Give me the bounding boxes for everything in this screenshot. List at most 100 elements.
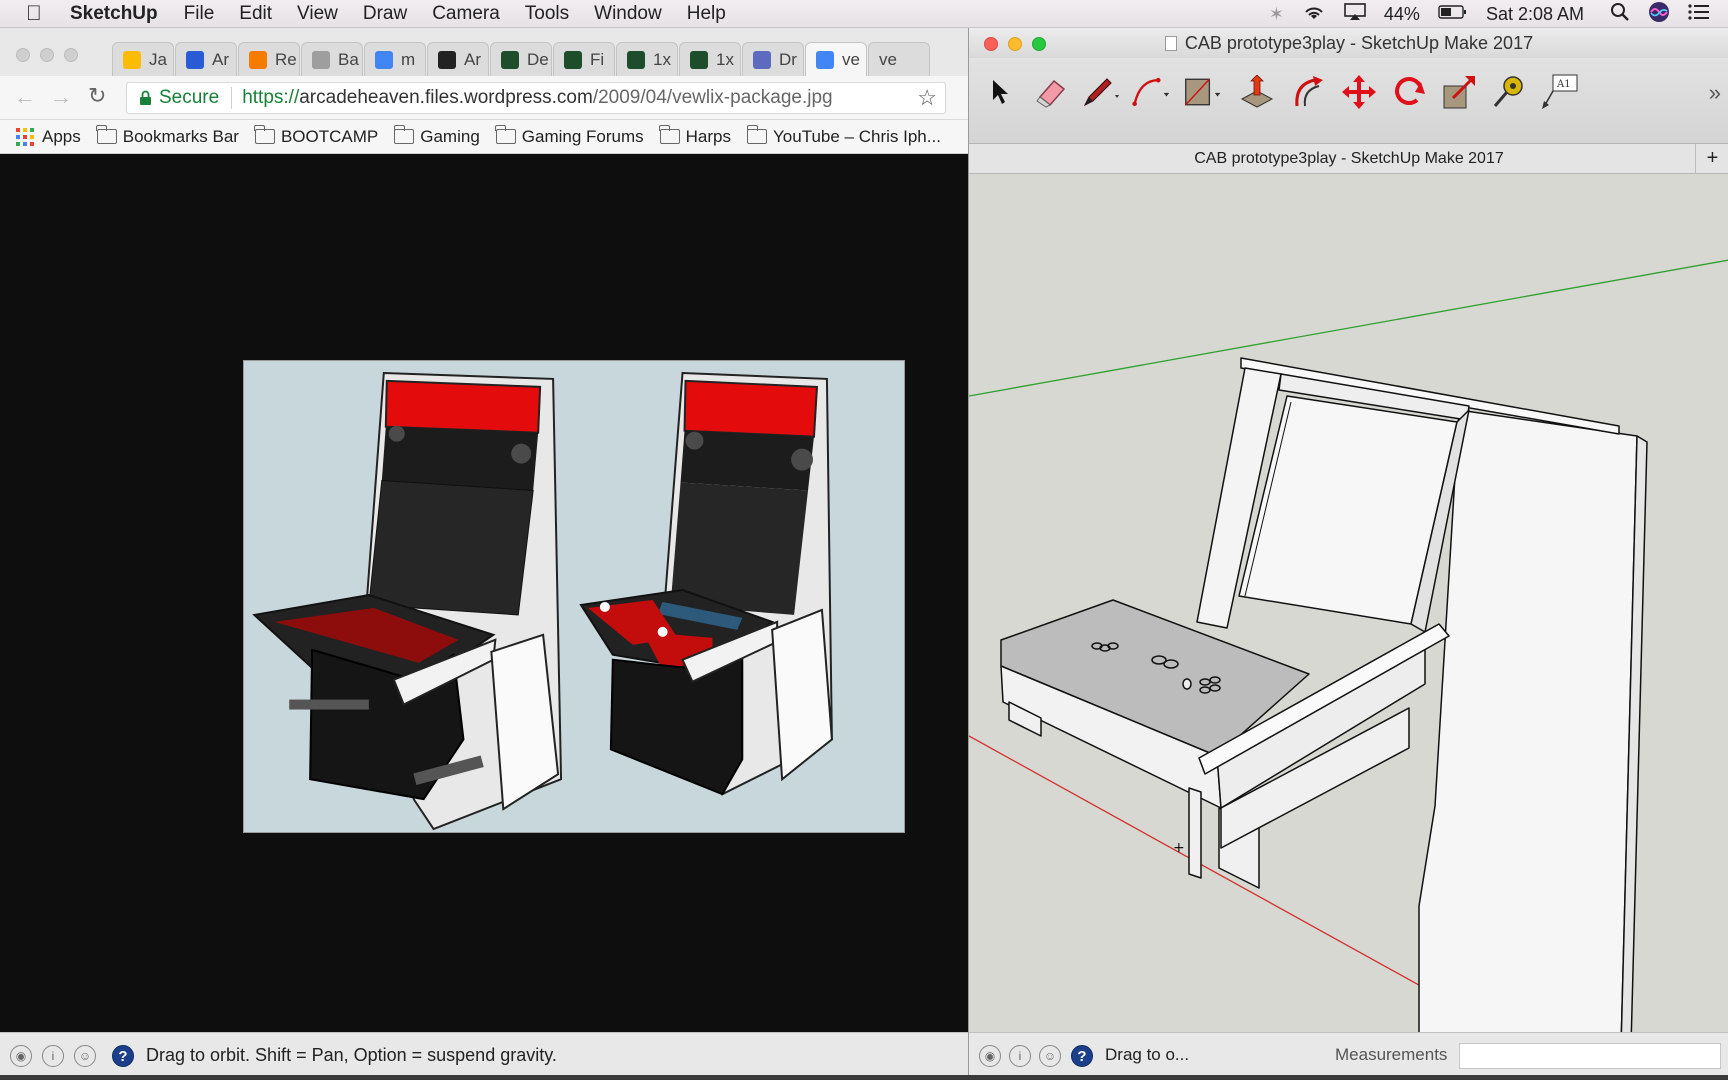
tape-measure-tool-icon[interactable] (1489, 72, 1529, 112)
menu-tools[interactable]: Tools (525, 3, 569, 25)
browser-tab-label: Re (275, 49, 297, 69)
bookmark-folder-youtube[interactable]: YouTube – Chris Iph... (746, 125, 941, 147)
browser-tab[interactable]: ve (805, 42, 867, 76)
browser-tab-label: Ba (338, 49, 359, 69)
menu-view[interactable]: View (297, 3, 338, 25)
bookmark-star-icon[interactable]: ☆ (917, 85, 937, 111)
spotlight-search-icon[interactable] (1610, 2, 1630, 27)
browser-tab[interactable]: Fi (553, 42, 615, 76)
rotate-tool-icon[interactable] (1389, 72, 1429, 112)
sketchup-zoom-button[interactable] (1032, 37, 1046, 51)
browser-tab[interactable]: ve (868, 42, 930, 76)
bookmark-folder-bookmarks-bar[interactable]: Bookmarks Bar (96, 125, 239, 147)
browser-tab[interactable]: 1x (679, 42, 741, 76)
folder-icon (254, 125, 275, 144)
bookmark-label: YouTube – Chris Iph... (773, 126, 941, 146)
secure-label: Secure (159, 87, 220, 108)
menu-edit[interactable]: Edit (239, 3, 272, 25)
bookmark-folder-bootcamp[interactable]: BOOTCAMP (254, 125, 378, 147)
menubar-clock[interactable]: Sat 2:08 AM (1486, 4, 1584, 25)
browser-tab[interactable]: Ba (301, 42, 363, 76)
url-host: arcadeheaven.files.wordpress.com (299, 87, 593, 108)
menu-bar:  SketchUp File Edit View Draw Camera To… (0, 0, 1728, 28)
user-account-icon[interactable]: ☺ (1039, 1045, 1061, 1067)
image-viewer (0, 154, 968, 1056)
measurements-input[interactable] (1459, 1043, 1721, 1069)
browser-tab-label: Ar (464, 49, 481, 69)
bookmark-label: Bookmarks Bar (122, 126, 239, 146)
sketchup-status-bar-main: ◉ i ☺ ? Drag to orbit. Shift = Pan, Opti… (0, 1032, 968, 1078)
sketchup-document-tab[interactable]: CAB prototype3play - SketchUp Make 2017 … (969, 144, 1728, 174)
bluetooth-icon[interactable]: ✶ (1269, 4, 1284, 25)
ashby-icon (501, 50, 519, 69)
push-pull-tool-icon[interactable] (1237, 72, 1277, 112)
desktop-background-strip (0, 1075, 1728, 1080)
browser-tab[interactable]: Ja (112, 42, 174, 76)
new-tab-plus-icon[interactable]: + (1695, 144, 1728, 174)
browser-tab-label: ve (842, 49, 860, 69)
menu-window[interactable]: Window (594, 3, 662, 25)
lock-icon (140, 90, 151, 105)
instructor-help-icon[interactable]: ? (112, 1045, 134, 1067)
menu-camera[interactable]: Camera (432, 3, 500, 25)
move-tool-icon[interactable] (1339, 72, 1379, 112)
browser-tab[interactable]: Re (238, 42, 300, 76)
browser-tab[interactable]: m (364, 42, 426, 76)
folder-icon (495, 125, 516, 144)
menu-help[interactable]: Help (687, 3, 726, 25)
bookmark-folder-harps[interactable]: Harps (659, 125, 731, 147)
sketchup-minimize-button[interactable] (1008, 37, 1022, 51)
rectangle-tool-icon[interactable] (1183, 72, 1223, 112)
vewlix-cabinet-image[interactable] (243, 360, 905, 833)
modeling-canvas[interactable]: + (969, 174, 1728, 1060)
credits-icon[interactable]: i (1009, 1045, 1031, 1067)
browser-tab[interactable]: Ar (175, 42, 237, 76)
apple-icon[interactable]:  (26, 2, 48, 26)
geo-location-icon[interactable]: ◉ (979, 1045, 1001, 1067)
battery-percent[interactable]: 44% (1384, 4, 1420, 25)
browser-close-button[interactable] (16, 48, 30, 62)
battery-icon[interactable] (1438, 4, 1468, 25)
siri-icon[interactable] (1648, 1, 1670, 28)
bookmark-folder-gaming[interactable]: Gaming (393, 125, 480, 147)
status-hint-text: Drag to orbit. Shift = Pan, Option = sus… (146, 1045, 557, 1065)
back-arrow-icon[interactable]: ← (14, 84, 36, 110)
sketchup-window-title: CAB prototype3play - SketchUp Make 2017 (1184, 33, 1534, 53)
airplay-icon[interactable] (1344, 2, 1366, 26)
browser-zoom-button[interactable] (64, 48, 78, 62)
credits-icon[interactable]: i (42, 1045, 64, 1067)
menu-draw[interactable]: Draw (363, 3, 407, 25)
menu-app-name[interactable]: SketchUp (70, 3, 158, 25)
arc-tool-icon[interactable] (1131, 72, 1171, 112)
eraser-tool-icon[interactable] (1031, 72, 1071, 112)
menu-file[interactable]: File (184, 3, 215, 25)
browser-tab[interactable]: De (490, 42, 552, 76)
browser-tab[interactable]: Dr (742, 42, 804, 76)
browser-tab-label: Fi (590, 49, 605, 69)
ap-logo-icon (186, 50, 204, 69)
pencil-tool-icon[interactable] (1081, 72, 1121, 112)
instructor-help-icon[interactable]: ? (1071, 1045, 1093, 1067)
user-account-icon[interactable]: ☺ (74, 1045, 96, 1067)
forward-arrow-icon[interactable]: → (50, 84, 72, 110)
scale-tool-icon[interactable] (1439, 72, 1479, 112)
sketchup-close-button[interactable] (984, 37, 998, 51)
address-bar[interactable]: Secure https://arcadeheaven.files.wordpr… (126, 82, 946, 114)
address-separator (231, 87, 233, 109)
browser-minimize-button[interactable] (40, 48, 54, 62)
browser-tab[interactable]: 1x (616, 42, 678, 76)
select-tool-icon[interactable] (981, 72, 1021, 112)
wifi-icon[interactable] (1302, 3, 1326, 26)
geo-location-icon[interactable]: ◉ (10, 1045, 32, 1067)
url-text[interactable]: https://arcadeheaven.files.wordpress.com… (242, 87, 832, 109)
google-icon (375, 50, 393, 69)
reload-icon[interactable]: ↻ (88, 83, 106, 109)
browser-tab[interactable]: Ar (427, 42, 489, 76)
bookmark-apps[interactable]: Apps (16, 127, 81, 147)
bookmark-folder-gaming-forums[interactable]: Gaming Forums (495, 125, 644, 147)
text-tool-icon[interactable]: A1 (1539, 72, 1579, 112)
offset-tool-icon[interactable] (1289, 72, 1329, 112)
notification-center-icon[interactable] (1688, 3, 1710, 26)
folder-icon (746, 125, 768, 144)
toolbar-overflow-chevron-icon[interactable]: » (1709, 80, 1721, 106)
